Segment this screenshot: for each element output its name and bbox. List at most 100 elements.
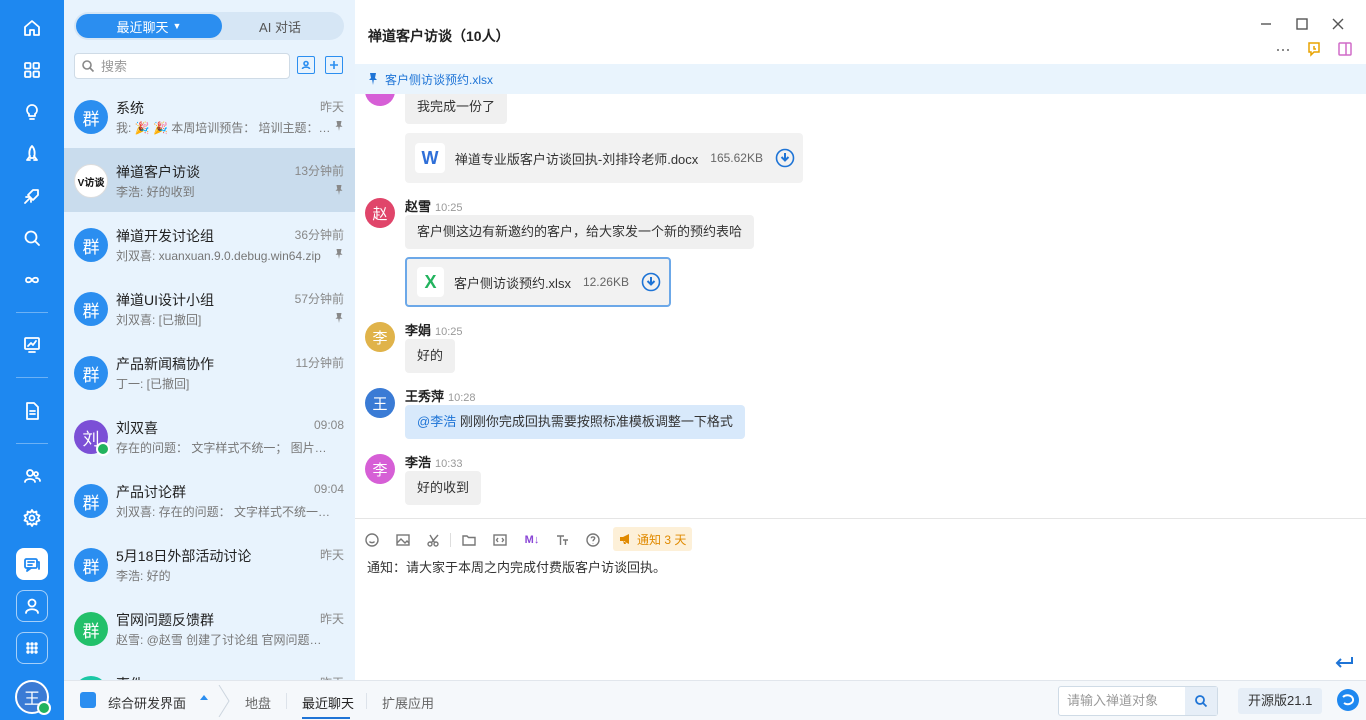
message-text: 刚刚你完成回执需要按照标准模板调整一下格式	[456, 414, 733, 429]
avatar[interactable]: 王	[365, 388, 395, 418]
plane-icon[interactable]	[16, 180, 48, 212]
chat-icon[interactable]	[16, 548, 48, 580]
reminder-button[interactable]	[1305, 40, 1323, 58]
tab-recent-chats[interactable]: 最近聊天 ▼	[76, 14, 222, 38]
search-icon[interactable]	[16, 222, 48, 254]
bottom-bar: 综合研发界面 地盘 最近聊天 扩展应用 开源版21.1	[64, 680, 1366, 720]
rocket-icon[interactable]	[16, 138, 48, 170]
font-size-icon[interactable]	[553, 531, 571, 549]
chat-list-item[interactable]: V访谈 禅道客户访谈 13分钟前 李浩: 好的收到	[64, 148, 355, 212]
search-icon	[1195, 695, 1208, 708]
minimize-button[interactable]	[1256, 14, 1276, 34]
current-user-avatar[interactable]: 王	[15, 680, 51, 715]
workspace-switcher[interactable]: 综合研发界面	[108, 693, 186, 712]
chat-preview: 李浩: 好的	[116, 569, 171, 583]
message-input[interactable]: 通知：请大家于本周之内完成付费版客户访谈回执。	[367, 557, 666, 576]
tab-map[interactable]: 地盘	[245, 693, 271, 712]
tab-extensions[interactable]: 扩展应用	[382, 693, 434, 712]
screenshot-icon[interactable]	[425, 531, 443, 549]
chat-list-item[interactable]: 群 5月18日外部活动讨论 昨天 李浩: 好的	[64, 532, 355, 596]
user-icon[interactable]	[16, 590, 48, 622]
chat-list-item[interactable]: 群产品新闻稿协作 11分钟前 丁一: [已撤回]	[64, 340, 355, 404]
sidebar-toggle-button[interactable]	[1336, 40, 1354, 58]
apps-icon[interactable]	[16, 632, 48, 664]
help-icon[interactable]	[584, 531, 602, 549]
avatar[interactable]: 李	[365, 322, 395, 352]
file-name: 禅道专业版客户访谈回执-刘排玲老师.docx	[454, 151, 699, 167]
settings-icon[interactable]	[16, 502, 48, 534]
file-attachment[interactable]: W 禅道专业版客户访谈回执-刘排玲老师.docx 165.62KB	[405, 133, 803, 183]
online-status-dot	[96, 442, 110, 456]
rail-divider	[16, 443, 48, 444]
dashboard-icon[interactable]	[16, 329, 48, 361]
search-icon	[82, 60, 95, 73]
chat-list-item[interactable]: 群禅道开发讨论组 36分钟前 刘双喜: xuanxuan.9.0.debug.win…	[64, 212, 355, 276]
word-file-icon: W	[415, 143, 445, 173]
markdown-toggle[interactable]: M↓	[521, 531, 543, 549]
rail-divider	[16, 312, 48, 313]
chat-preview: 刘双喜: xuanxuan.9.0.debug.win64.zip	[116, 249, 321, 263]
chat-name: 产品新闻稿协作	[116, 356, 214, 372]
chat-time: 09:04	[313, 482, 344, 496]
message-bubble: 好的	[405, 339, 456, 373]
chat-preview: 赵雪: @赵雪 创建了讨论组 官网问题反…	[116, 633, 332, 647]
home-icon[interactable]	[16, 12, 48, 44]
conversation-title: 禅道客户访谈（10人）	[368, 28, 510, 44]
team-icon[interactable]	[16, 460, 48, 492]
emoji-icon[interactable]	[363, 531, 381, 549]
toolbar-divider	[450, 533, 451, 547]
download-icon[interactable]	[641, 272, 661, 292]
avatar[interactable]: 赵	[365, 198, 395, 228]
zentao-logo-icon[interactable]	[1337, 689, 1359, 711]
chat-list-item[interactable]: 群禅道UI设计小组 57分钟前 刘双喜: [已撤回]	[64, 276, 355, 340]
notice-toggle[interactable]: 通知 3 天	[613, 527, 693, 551]
chat-mode-switch: 最近聊天 ▼ AI 对话	[74, 12, 344, 40]
avatar[interactable]: 李	[365, 454, 395, 484]
chat-name: 刘双喜	[116, 420, 158, 436]
document-icon[interactable]	[16, 395, 48, 427]
sender-name: 李娟 10:25	[405, 320, 463, 339]
folder-icon[interactable]	[460, 531, 478, 549]
chat-time: 11分钟前	[295, 356, 344, 370]
chat-list-item[interactable]: 群官网问题反馈群 昨天 赵雪: @赵雪 创建了讨论组 官网问题反…	[64, 596, 355, 660]
avatar[interactable]	[365, 94, 395, 106]
maximize-button[interactable]	[1292, 14, 1312, 34]
new-chat-button[interactable]	[325, 56, 343, 74]
chat-list-item[interactable]: 群产品讨论群 09:04 刘双喜: 存在的问题： 文字样式不统一；…	[64, 468, 355, 532]
app-window: 王 最近聊天▼ AI 对话 群系统昨天我: 🎉 🎉 本周培训预告： 培训主题：……	[0, 0, 1366, 720]
close-button[interactable]	[1328, 14, 1348, 34]
image-icon[interactable]	[394, 531, 412, 549]
contacts-button[interactable]	[297, 56, 315, 74]
download-icon[interactable]	[775, 148, 795, 168]
pinned-file-bar[interactable]: 客户侧访谈预约.xlsx	[355, 64, 1366, 94]
tab-recent-chats-bottom[interactable]: 最近聊天	[302, 693, 354, 712]
message-bubble: 我完成一份了	[405, 94, 508, 124]
message-bubble: 客户侧这边有新邀约的客户，给大家发一个新的预约表哈	[405, 215, 755, 249]
mention-link[interactable]: @李浩	[417, 414, 456, 429]
chat-time: 57分钟前	[294, 292, 344, 306]
tab-ai-chat[interactable]: AI 对话	[218, 14, 342, 38]
message-time: 10:25	[435, 202, 463, 214]
send-button[interactable]	[1334, 655, 1354, 671]
version-badge[interactable]: 开源版21.1	[1238, 688, 1323, 714]
caret-up-icon[interactable]	[200, 695, 208, 700]
chat-list-item[interactable]: 群系统 昨天 我: 🎉 🎉 本周培训预告： 培训主题：…	[64, 84, 355, 148]
file-attachment[interactable]: X 客户侧访谈预约.xlsx 12.26KB	[405, 257, 671, 307]
search-button[interactable]	[1185, 687, 1217, 715]
chat-preview: 我: 🎉 🎉 本周培训预告： 培训主题：…	[116, 121, 331, 135]
grid-icon[interactable]	[16, 54, 48, 86]
code-icon[interactable]	[491, 531, 509, 549]
chat-name: 禅道UI设计小组	[116, 292, 214, 308]
more-options-button[interactable]	[1274, 40, 1292, 58]
chat-list-item[interactable]: 群事件昨天	[64, 660, 355, 680]
chat-search-input[interactable]	[101, 58, 281, 74]
pin-icon	[334, 248, 344, 260]
chat-search-box[interactable]	[74, 53, 290, 79]
bulb-icon[interactable]	[16, 96, 48, 128]
infinity-icon[interactable]	[16, 264, 48, 296]
file-size: 165.62KB	[710, 151, 763, 165]
chat-list-item[interactable]: 刘刘双喜 09:08 存在的问题： 文字样式不统一； 图片大…	[64, 404, 355, 468]
pinned-file-name[interactable]: 客户侧访谈预约.xlsx	[385, 71, 493, 88]
chat-list: 群系统 昨天 我: 🎉 🎉 本周培训预告： 培训主题：… V访谈 禅道客户访谈 13分钟前…	[64, 84, 355, 680]
object-search-input[interactable]	[1067, 693, 1177, 708]
